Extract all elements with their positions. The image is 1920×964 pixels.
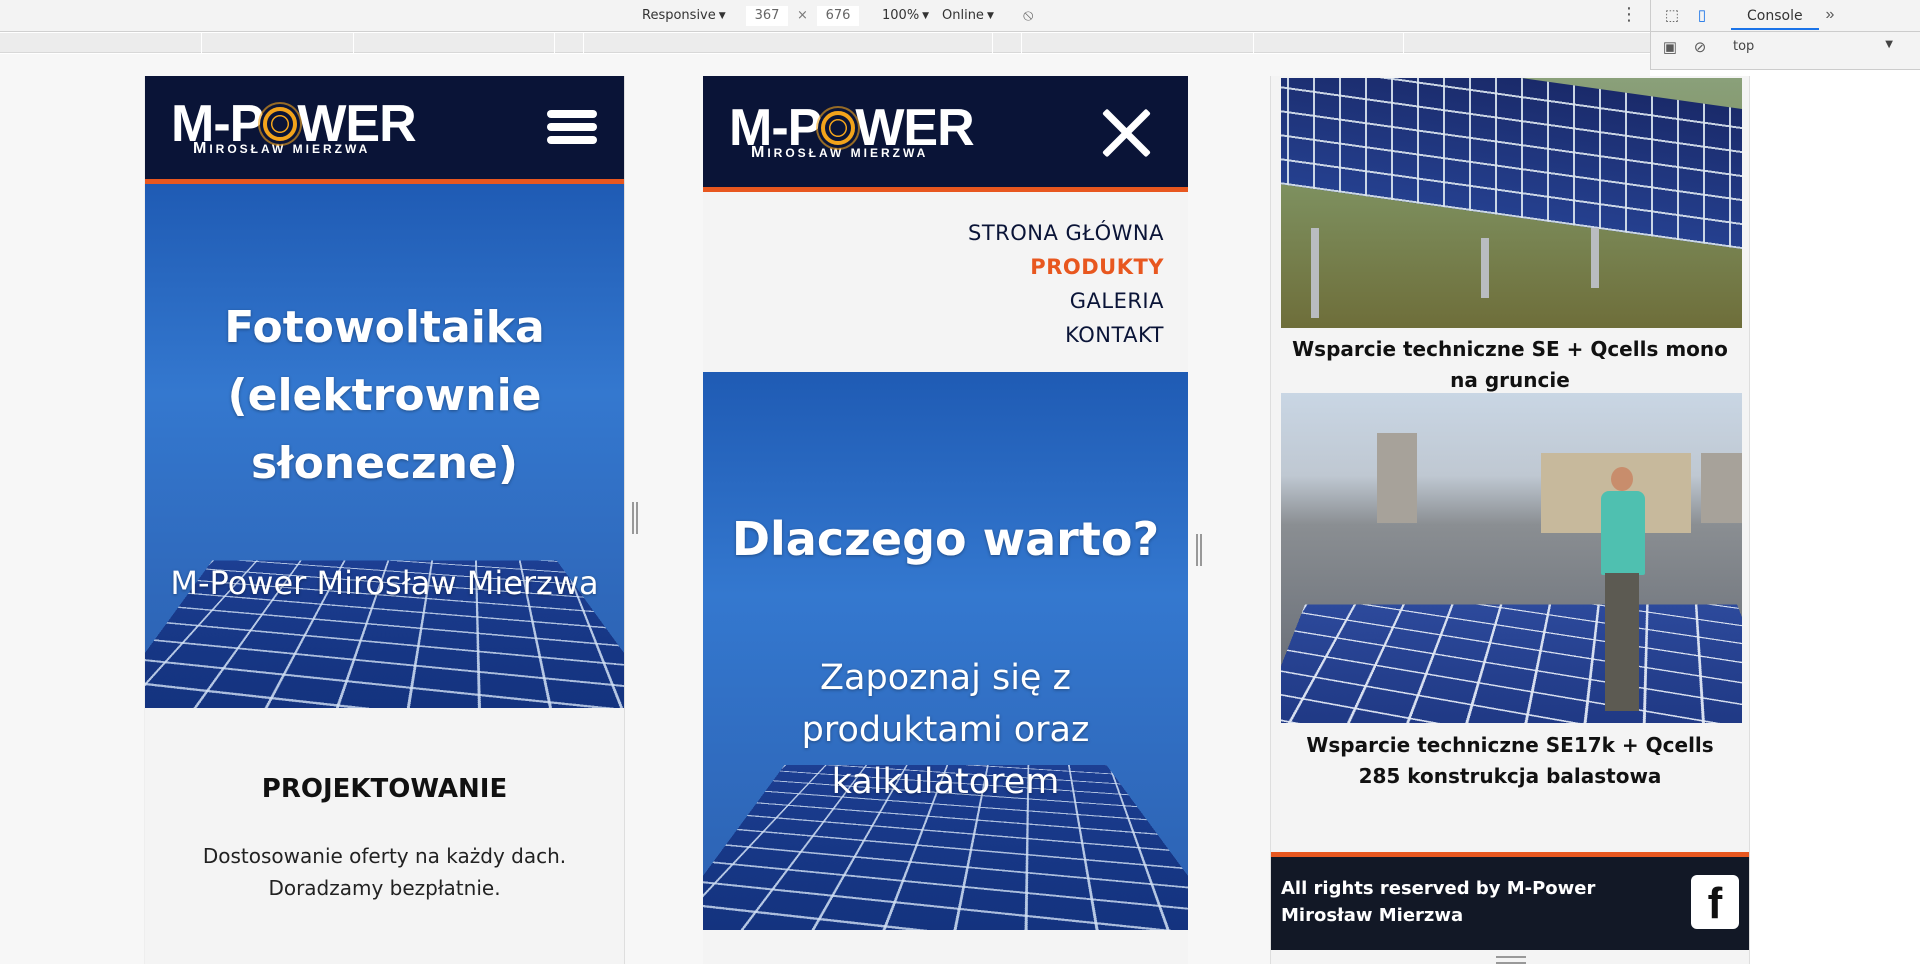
resize-handle[interactable] (632, 502, 638, 534)
device-toolbar: Responsive ▼ 367 × 676 100% ▼ Online ▼ ⦸ ⋮ (0, 0, 1650, 32)
building (1701, 453, 1742, 523)
context-select-label: top (1733, 39, 1755, 54)
resize-handle-bottom[interactable] (1496, 956, 1526, 964)
preview-frame-gallery: Wsparcie techniczne SE + Qcells mono na … (1270, 76, 1750, 964)
site-logo[interactable]: M-P WER MIROSŁAW MIERZWA (171, 98, 417, 158)
device-select-label: Responsive (642, 8, 716, 23)
clear-console-icon[interactable]: ⊘ (1691, 39, 1709, 57)
hero-banner: Dlaczego warto? Zapoznaj się z produktam… (703, 372, 1188, 930)
sun-icon (821, 111, 856, 145)
nav-item-gallery[interactable]: GALERIA (968, 284, 1164, 318)
devtools-panel: ⬚ ▯ Console » ▣ ⊘ top ▼ (1650, 0, 1920, 70)
tab-console[interactable]: Console (1731, 0, 1819, 30)
rotate-icon[interactable]: ⦸ (1023, 5, 1033, 25)
throttle-select-label: Online (942, 8, 984, 23)
building (1377, 433, 1417, 523)
site-logo[interactable]: M-P WER MIROSŁAW MIERZWA (729, 102, 975, 162)
logo-subtitle-initial: M (193, 140, 210, 157)
console-toolbar: ▣ ⊘ top ▼ (1651, 33, 1920, 63)
preview-frame-menu: M-P WER MIROSŁAW MIERZWA STRONA GŁÓWNA PR… (703, 76, 1188, 964)
hamburger-menu-icon[interactable] (547, 110, 597, 146)
site-header: M-P WER MIROSŁAW MIERZWA (145, 76, 624, 184)
site-footer: All rights reserved by M-Power Mirosław … (1271, 852, 1749, 950)
resize-handle[interactable] (1196, 534, 1202, 566)
gallery-caption-2: Wsparcie techniczne SE17k + Qcells 285 k… (1306, 733, 1714, 788)
chevron-down-icon: ▼ (1885, 39, 1893, 50)
device-toggle-icon[interactable]: ▯ (1693, 7, 1711, 25)
more-options-icon[interactable]: ⋮ (1620, 4, 1638, 25)
hero-banner: Fotowoltaika (elektrownie słoneczne) M-P… (145, 184, 624, 708)
logo-subtitle: IROSŁAW MIERZWA (767, 146, 929, 160)
gallery-photo-ballast-mount[interactable] (1281, 393, 1742, 723)
nav-item-home[interactable]: STRONA GŁÓWNA (968, 216, 1164, 250)
width-input[interactable]: 367 (746, 6, 788, 26)
logo-subtitle-initial: M (751, 144, 768, 161)
mount-post (1481, 238, 1489, 298)
person-figure (1597, 467, 1647, 717)
more-tabs-icon[interactable]: » (1821, 6, 1839, 24)
section-line-1: Dostosowanie oferty na każdy dach. (202, 844, 567, 868)
dimension-separator: × (797, 8, 808, 23)
hero-title: Fotowoltaika (elektrownie słoneczne) (224, 302, 545, 489)
hero-subtitle: M-Power Mirosław Mierzwa (170, 564, 599, 602)
facebook-icon[interactable]: f (1691, 875, 1739, 929)
chevron-down-icon: ▼ (718, 11, 726, 21)
sidebar-toggle-icon[interactable]: ▣ (1661, 39, 1679, 57)
hero-text: Zapoznaj się z produktami oraz kalkulato… (801, 658, 1090, 802)
solar-array-image (1281, 78, 1742, 255)
chevron-down-icon: ▼ (922, 11, 930, 21)
logo-subtitle: IROSŁAW MIERZWA (209, 142, 371, 156)
preview-frame-home: M-P WER MIROSŁAW MIERZWA Fotowoltaika (el… (144, 76, 625, 964)
throttle-select[interactable]: Online ▼ (942, 8, 994, 23)
solar-array-image (1281, 604, 1742, 723)
height-input[interactable]: 676 (817, 6, 859, 26)
main-nav: STRONA GŁÓWNA PRODUKTY GALERIA KONTAKT (968, 216, 1164, 352)
site-header: M-P WER MIROSŁAW MIERZWA (703, 76, 1188, 192)
zoom-select[interactable]: 100% ▼ (882, 8, 929, 23)
inspect-element-icon[interactable]: ⬚ (1663, 7, 1681, 25)
context-select[interactable]: top ▼ (1733, 39, 1893, 54)
gallery-caption-1: Wsparcie techniczne SE + Qcells mono na … (1292, 337, 1728, 392)
zoom-select-label: 100% (882, 8, 920, 23)
copyright-text: All rights reserved by M-Power Mirosław … (1281, 878, 1596, 926)
hero-title: Dlaczego warto? (731, 512, 1160, 566)
section-line-2: Doradzamy bezpłatnie. (268, 876, 501, 900)
sun-icon (263, 107, 298, 141)
devtools-tabbar: ⬚ ▯ Console » (1651, 0, 1920, 32)
nav-item-products[interactable]: PRODUKTY (968, 250, 1164, 284)
device-select[interactable]: Responsive ▼ (642, 8, 726, 23)
mount-post (1591, 228, 1599, 288)
chevron-down-icon: ▼ (986, 11, 994, 21)
gallery-photo-ground-mount[interactable] (1281, 78, 1742, 328)
media-query-ruler[interactable] (0, 33, 1650, 53)
section-title: PROJEKTOWANIE (261, 774, 508, 804)
nav-item-contact[interactable]: KONTAKT (968, 318, 1164, 352)
close-icon[interactable] (1103, 110, 1149, 156)
mount-post (1311, 228, 1319, 318)
